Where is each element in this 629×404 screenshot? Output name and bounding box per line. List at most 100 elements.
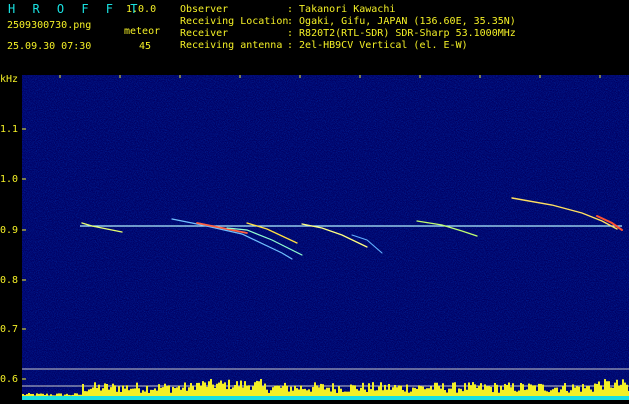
histogram-bar (190, 383, 192, 396)
histogram-bar (288, 392, 290, 396)
histogram-bar (392, 387, 394, 396)
histogram-bar (212, 385, 214, 396)
histogram-bar (596, 384, 598, 396)
histogram-bar (476, 388, 478, 396)
histogram-bar (496, 385, 498, 396)
histogram-bar (112, 384, 114, 396)
histogram-bar (556, 388, 558, 396)
file-name: 2509300730.png (7, 21, 91, 31)
histogram-bar (600, 385, 602, 396)
histogram-bar (404, 392, 406, 396)
histogram-bar (594, 384, 596, 396)
histogram-bar (390, 390, 392, 396)
histogram-bar (78, 395, 80, 396)
histogram-bar (182, 388, 184, 396)
spectrogram-plot (22, 75, 629, 400)
histogram-bar (246, 386, 248, 396)
histogram-bar (226, 389, 228, 396)
histogram-bar (96, 388, 98, 396)
histogram-bar (282, 386, 284, 396)
histogram-bar (344, 392, 346, 396)
histogram-bar (278, 386, 280, 396)
histogram-bar (196, 383, 198, 396)
receiver-value: : R820T2(RTL-SDR) SDR-Sharp 53.1000MHz (287, 29, 516, 39)
histogram-bar (362, 383, 364, 396)
histogram-bar (84, 391, 86, 396)
histogram-bar (258, 381, 260, 396)
histogram-bar (114, 385, 116, 396)
histogram-bar (24, 395, 26, 396)
receiver-label: Receiver (180, 29, 228, 39)
histogram-bar (232, 387, 234, 396)
histogram-bar (412, 388, 414, 396)
histogram-bar (544, 391, 546, 396)
histogram-bar (192, 386, 194, 396)
histogram-bar (342, 392, 344, 396)
histogram-bar (368, 383, 370, 396)
histogram-bar (340, 389, 342, 396)
histogram-bar (116, 392, 118, 396)
histogram-bar (398, 385, 400, 396)
histogram-bar (518, 391, 520, 396)
histogram-bar (474, 384, 476, 396)
app-version: 1.0.0 (126, 5, 156, 15)
histogram-bar (508, 383, 510, 396)
histogram-bar (384, 385, 386, 396)
histogram-bar (92, 387, 94, 396)
histogram-bar (142, 390, 144, 396)
histogram-bar (260, 379, 262, 396)
histogram-bar (546, 391, 548, 396)
histogram-bar (602, 390, 604, 396)
histogram-bar (104, 383, 106, 396)
histogram-bar (218, 383, 220, 396)
histogram-bar (510, 387, 512, 396)
histogram-bar (526, 389, 528, 396)
histogram-bar (550, 390, 552, 396)
histogram-bar (102, 388, 104, 396)
histogram-bar (188, 387, 190, 396)
histogram-bar (214, 388, 216, 396)
histogram-bar (122, 385, 124, 396)
histogram-bar (268, 393, 270, 396)
histogram-bar (478, 386, 480, 396)
histogram-bar (414, 388, 416, 396)
histogram-bar (462, 391, 464, 396)
histogram-bar (130, 389, 132, 396)
histogram-bar (270, 390, 272, 396)
histogram-bar (48, 395, 50, 396)
histogram-bar (44, 395, 46, 396)
histogram-bar (300, 385, 302, 396)
histogram-bar (580, 392, 582, 396)
histogram-bar (488, 386, 490, 396)
antenna-value: : 2el-HB9CV Vertical (el. E-W) (287, 41, 468, 51)
histogram-bar (42, 394, 44, 396)
histogram-bar (312, 387, 314, 396)
histogram-bar (172, 387, 174, 396)
histogram-bar (26, 394, 28, 396)
histogram-bar (566, 391, 568, 396)
histogram-bar (34, 395, 36, 396)
histogram-bar (428, 388, 430, 396)
histogram-bar (158, 384, 160, 396)
histogram-bar (194, 390, 196, 396)
header-panel: H R O F F T 1.0.0 2509300730.png meteor … (0, 0, 629, 72)
histogram-bar (338, 386, 340, 396)
histogram-bar (424, 389, 426, 396)
histogram-bar (334, 389, 336, 396)
histogram-bar (276, 385, 278, 396)
histogram-bar (582, 384, 584, 396)
histogram-bar (184, 383, 186, 396)
histogram-bar (80, 395, 82, 396)
histogram-bar (350, 385, 352, 396)
histogram-bar (28, 393, 30, 396)
histogram-bar (498, 393, 500, 396)
histogram-bar (388, 384, 390, 396)
histogram-bar (204, 382, 206, 396)
histogram-bar (138, 388, 140, 396)
histogram-bar (610, 387, 612, 396)
histogram-bar (346, 392, 348, 396)
histogram-bar (502, 390, 504, 396)
histogram-bar (336, 393, 338, 396)
histogram-bar (564, 383, 566, 396)
histogram-bar (264, 384, 266, 396)
